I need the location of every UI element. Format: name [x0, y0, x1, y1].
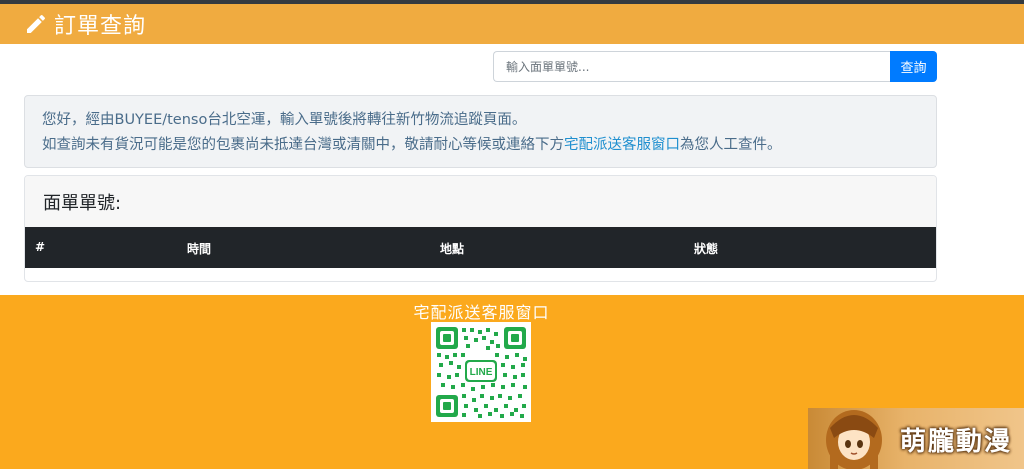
tracking-number-input[interactable] [493, 51, 890, 82]
tracking-table-header: # 時間 地點 狀態 [25, 227, 936, 268]
qr-line-label: LINE [470, 367, 493, 378]
site-watermark-banner: 萌朧動漫 [808, 408, 1024, 469]
mascot-icon [826, 410, 882, 469]
tracking-number-heading: 面單單號: [43, 192, 122, 214]
qr-code-icon: LINE [436, 327, 527, 418]
info-notice: 您好，經由BUYEE/tenso台北空運，輸入單號後將轉往新竹物流追蹤頁面。 如… [24, 95, 937, 168]
column-location: 地點 [440, 242, 465, 256]
line-qr-code[interactable]: LINE [431, 322, 531, 422]
page-header: 訂單查詢 [0, 4, 1024, 44]
notice-line-2-end: 為您人工查件。 [680, 137, 782, 153]
customer-service-link[interactable]: 宅配派送客服窗口 [564, 137, 680, 153]
card-header: 面單單號: [25, 176, 936, 227]
column-index: # [35, 240, 46, 254]
notice-line-2-text: 如查詢未有貨況可能是您的包裹尚未抵達台灣或清關中，敬請耐心等候或連絡下方 [42, 137, 564, 153]
column-status: 狀態 [694, 242, 719, 256]
pencil-icon [27, 14, 46, 34]
search-bar: 查詢 [493, 51, 937, 82]
search-button[interactable]: 查詢 [890, 51, 937, 82]
tracking-result-card: 面單單號: # 時間 地點 狀態 [24, 175, 937, 282]
footer-title: 宅配派送客服窗口 [413, 303, 550, 322]
page-title: 訂單查詢 [54, 14, 147, 39]
notice-line-1: 您好，經由BUYEE/tenso台北空運，輸入單號後將轉往新竹物流追蹤頁面。 [42, 112, 527, 128]
watermark-text: 萌朧動漫 [899, 427, 1012, 457]
notice-line-2: 如查詢未有貨況可能是您的包裹尚未抵達台灣或清關中，敬請耐心等候或連絡下方宅配派送… [42, 133, 919, 158]
column-time: 時間 [187, 242, 212, 256]
